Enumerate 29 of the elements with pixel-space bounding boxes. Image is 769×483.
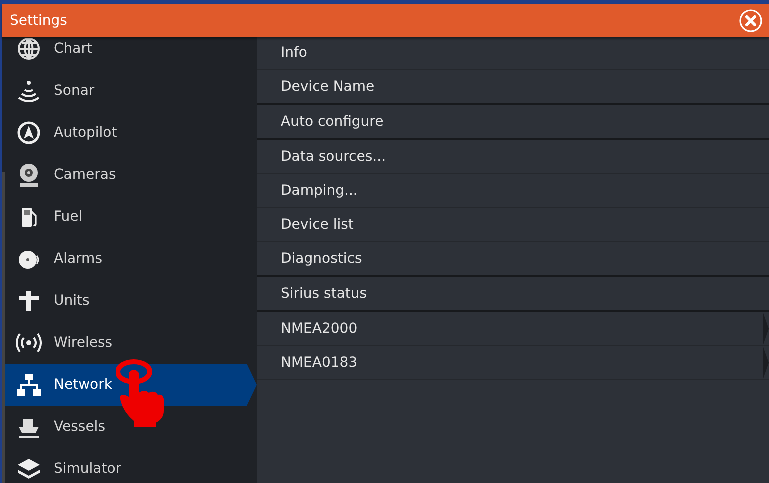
menu-row[interactable]: Info	[257, 37, 769, 70]
menu-row[interactable]: NMEA0183	[257, 346, 769, 380]
menu-row[interactable]: Diagnostics	[257, 242, 769, 277]
close-icon	[739, 8, 763, 32]
menu-row[interactable]: Auto configure	[257, 105, 769, 140]
layers-icon	[16, 456, 42, 482]
sidebar-item[interactable]: Vessels	[2, 406, 257, 448]
sidebar-item[interactable]: Chart	[2, 37, 257, 70]
units-icon	[16, 288, 42, 314]
menu-row[interactable]: Sirius status	[257, 277, 769, 312]
sidebar-item[interactable]: Wireless	[2, 322, 257, 364]
sidebar-item[interactable]: Alarms	[2, 238, 257, 280]
network-icon	[16, 372, 42, 398]
sidebar-item[interactable]: Autopilot	[2, 112, 257, 154]
sidebar-item[interactable]: Cameras	[2, 154, 257, 196]
menu-row[interactable]: Damping...	[257, 174, 769, 208]
menu-row[interactable]: Data sources...	[257, 140, 769, 174]
sonar-icon	[16, 78, 42, 104]
sidebar-item[interactable]: Fuel	[2, 196, 257, 238]
menu-row[interactable]: NMEA2000	[257, 312, 769, 346]
sidebar-item[interactable]: Simulator	[2, 448, 257, 483]
sidebar-item[interactable]: Sonar	[2, 70, 257, 112]
menu-row[interactable]: Device Name	[257, 70, 769, 105]
close-button[interactable]	[739, 8, 763, 32]
sidebar-item[interactable]: Units	[2, 280, 257, 322]
window-title: Settings	[10, 12, 68, 28]
autopilot-icon	[16, 120, 42, 146]
menu-row[interactable]: Device list	[257, 208, 769, 242]
globe-icon	[16, 37, 42, 62]
